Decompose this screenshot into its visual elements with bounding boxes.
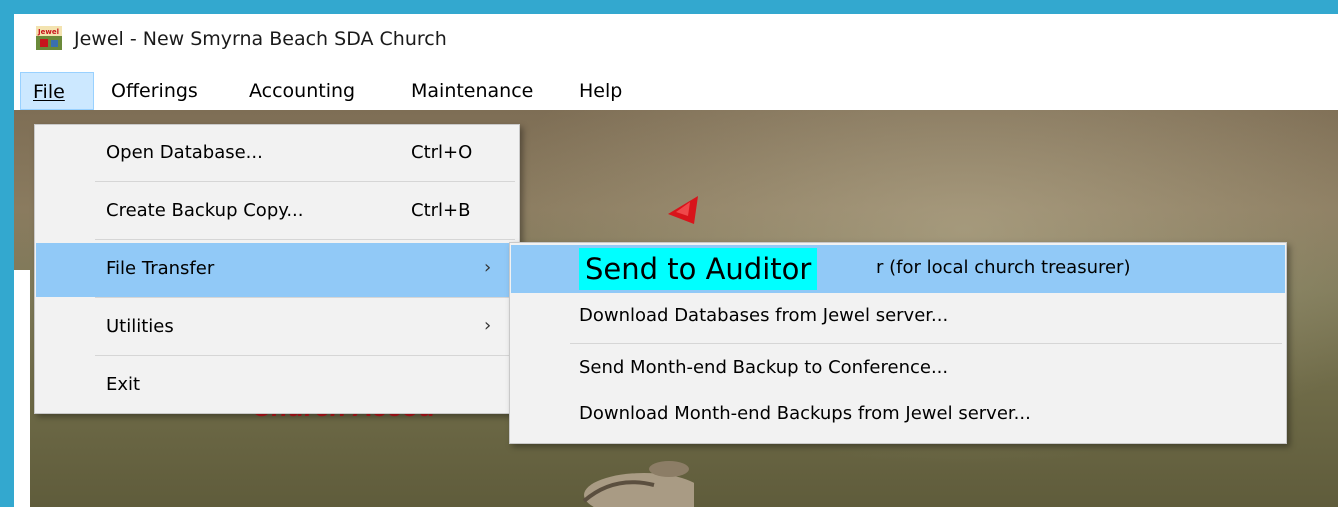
- menu-bar: File Offerings Accounting Maintenance He…: [14, 72, 1338, 110]
- menu-file[interactable]: File: [20, 72, 94, 110]
- menu-item-download-databases[interactable]: Download Databases from Jewel server...: [511, 293, 1285, 341]
- menu-item-label: File Transfer: [106, 258, 215, 279]
- menu-item-send-to-auditor[interactable]: r (for local church treasurer) Send to A…: [511, 245, 1285, 293]
- menu-item-download-month-end-backups[interactable]: Download Month-end Backups from Jewel se…: [511, 391, 1285, 439]
- svg-text:Jewel: Jewel: [37, 28, 59, 36]
- menu-item-label-suffix: r (for local church treasurer): [876, 257, 1131, 278]
- menu-item-label: Exit: [106, 374, 141, 395]
- menu-help[interactable]: Help: [579, 72, 622, 110]
- menu-item-create-backup[interactable]: Create Backup Copy... Ctrl+B: [36, 185, 518, 239]
- menu-separator: [95, 181, 515, 182]
- annotation-callout: Send to Auditor: [579, 248, 818, 290]
- red-marker-icon: [668, 196, 698, 224]
- menu-separator: [95, 297, 515, 298]
- menu-item-label: Create Backup Copy...: [106, 200, 304, 221]
- menu-file-label: File: [33, 81, 65, 103]
- menu-separator: [95, 239, 515, 240]
- jewel-app-icon: Jewel: [36, 26, 62, 50]
- chevron-right-icon: ›: [484, 257, 492, 278]
- file-transfer-submenu: r (for local church treasurer) Send to A…: [509, 242, 1287, 444]
- menu-item-send-month-end-backup[interactable]: Send Month-end Backup to Conference...: [511, 345, 1285, 393]
- file-menu-dropdown: Open Database... Ctrl+O Create Backup Co…: [34, 124, 520, 414]
- shortcut-label: Ctrl+B: [411, 200, 471, 221]
- menu-separator: [570, 343, 1282, 344]
- menu-item-open-database[interactable]: Open Database... Ctrl+O: [36, 127, 518, 181]
- menu-item-utilities[interactable]: Utilities ›: [36, 301, 518, 355]
- menu-separator: [95, 355, 515, 356]
- window-title: Jewel - New Smyrna Beach SDA Church: [74, 28, 447, 50]
- menu-item-label: Send Month-end Backup to Conference...: [579, 357, 949, 378]
- shortcut-label: Ctrl+O: [411, 142, 473, 163]
- menu-item-file-transfer[interactable]: File Transfer ›: [36, 243, 518, 297]
- menu-accounting[interactable]: Accounting: [249, 72, 355, 110]
- title-bar: Jewel Jewel - New Smyrna Beach SDA Churc…: [14, 14, 1338, 72]
- menu-item-label: Utilities: [106, 316, 174, 337]
- menu-offerings-label: Offerings: [111, 80, 198, 102]
- menu-maintenance-label: Maintenance: [411, 80, 534, 102]
- menu-offerings[interactable]: Offerings: [111, 72, 198, 110]
- bird-image: [582, 461, 694, 507]
- left-white-strip: [14, 270, 30, 507]
- chevron-right-icon: ›: [484, 315, 492, 336]
- menu-accounting-label: Accounting: [249, 80, 356, 102]
- menu-item-label: Download Databases from Jewel server...: [579, 305, 949, 326]
- menu-item-exit[interactable]: Exit: [36, 359, 518, 413]
- app-window: Jewel Jewel - New Smyrna Beach SDA Churc…: [14, 14, 1338, 507]
- menu-item-label: Open Database...: [106, 142, 263, 163]
- menu-item-label: Download Month-end Backups from Jewel se…: [579, 403, 1031, 424]
- menu-maintenance[interactable]: Maintenance: [411, 72, 533, 110]
- menu-help-label: Help: [579, 80, 623, 102]
